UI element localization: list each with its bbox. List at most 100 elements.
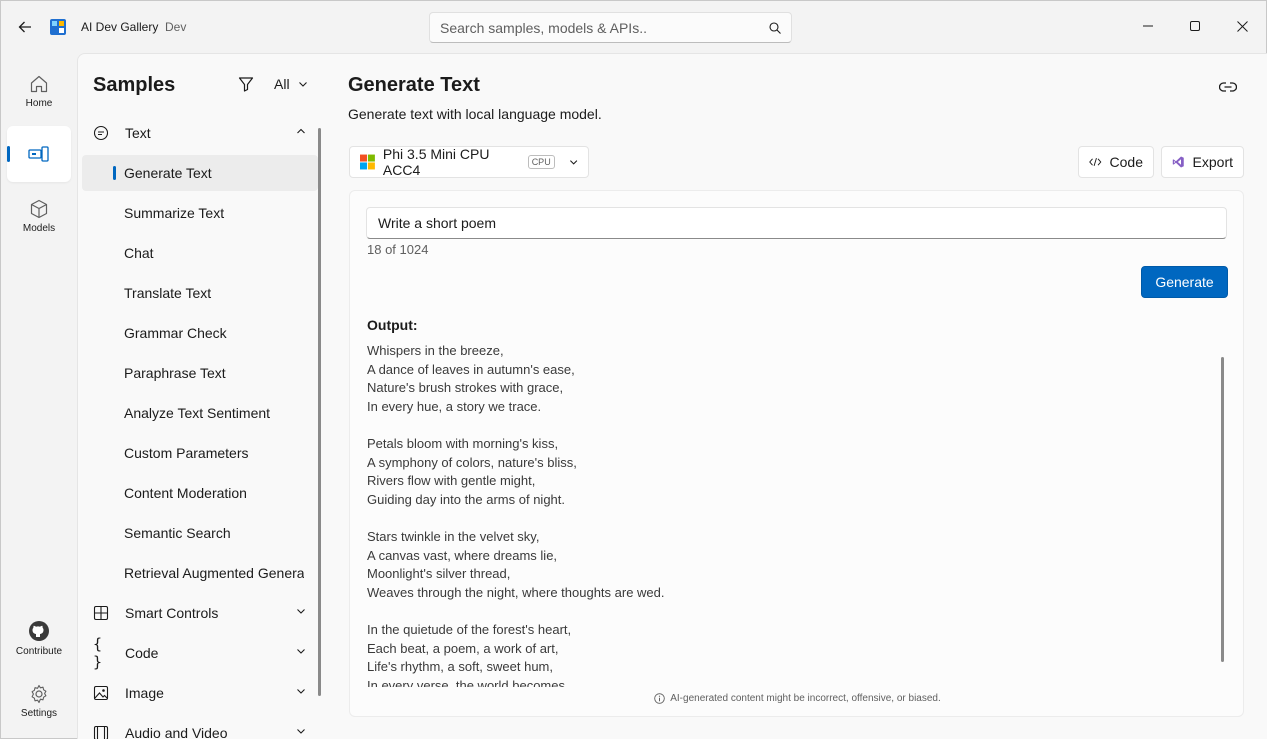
info-icon bbox=[654, 693, 665, 704]
microsoft-logo-icon bbox=[360, 154, 375, 170]
export-button-label: Export bbox=[1192, 154, 1233, 170]
nav-item-custom-parameters[interactable]: Custom Parameters bbox=[82, 435, 318, 471]
code-button[interactable]: Code bbox=[1078, 146, 1154, 178]
link-icon bbox=[1219, 82, 1237, 92]
nav-group-label: Text bbox=[125, 125, 151, 141]
nav-group-image[interactable]: Image bbox=[82, 675, 318, 711]
rail-item-models[interactable]: Models bbox=[7, 188, 71, 244]
image-icon bbox=[93, 685, 109, 701]
poem-stanza: Petals bloom with morning's kiss, A symp… bbox=[367, 435, 1187, 509]
home-icon bbox=[30, 75, 48, 92]
samples-icon bbox=[28, 146, 49, 162]
maximize-button[interactable] bbox=[1172, 1, 1218, 51]
samples-scrollbar[interactable] bbox=[318, 128, 321, 696]
poem-line: Rivers flow with gentle might, bbox=[367, 473, 536, 489]
nav-group-text[interactable]: Text bbox=[82, 115, 318, 151]
output-text: Whispers in the breeze, A dance of leave… bbox=[367, 342, 1187, 687]
filter-label: All bbox=[274, 76, 290, 92]
minimize-icon bbox=[1143, 25, 1153, 27]
poem-stanza: Stars twinkle in the velvet sky, A canva… bbox=[367, 528, 1187, 602]
nav-group-code[interactable]: { } Code bbox=[82, 635, 318, 671]
nav-item-chat[interactable]: Chat bbox=[82, 235, 318, 271]
nav-item-label: Content Moderation bbox=[124, 485, 247, 501]
copy-link-button[interactable] bbox=[1215, 74, 1241, 100]
rail-item-label: Home bbox=[25, 97, 53, 109]
poem-line: Weaves through the night, where thoughts… bbox=[367, 584, 665, 600]
nav-group-label: Code bbox=[125, 645, 159, 661]
model-selector[interactable]: Phi 3.5 Mini CPU ACC4 CPU bbox=[349, 146, 589, 178]
chevron-down-icon bbox=[297, 609, 305, 614]
poem-line: Nature's brush strokes with grace, bbox=[367, 380, 564, 396]
output-scrollbar[interactable] bbox=[1221, 357, 1224, 662]
back-button[interactable] bbox=[11, 13, 39, 41]
poem-stanza: In the quietude of the forest's heart, E… bbox=[367, 621, 1187, 687]
samples-title: Samples bbox=[93, 74, 176, 96]
nav-item-label: Semantic Search bbox=[124, 525, 231, 541]
nav-item-translate-text[interactable]: Translate Text bbox=[82, 275, 318, 311]
nav-group-smart-controls[interactable]: Smart Controls bbox=[82, 595, 318, 631]
rail-item-home[interactable]: Home bbox=[7, 63, 71, 119]
model-name: Phi 3.5 Mini CPU ACC4 bbox=[382, 146, 490, 178]
nav-item-generate-text[interactable]: Generate Text bbox=[82, 155, 318, 191]
selection-indicator bbox=[113, 166, 116, 180]
app-channel-badge: Dev bbox=[165, 20, 187, 34]
navigation-rail: Home Models Contribute Settings bbox=[1, 53, 77, 739]
nav-item-paraphrase-text[interactable]: Paraphrase Text bbox=[82, 355, 318, 391]
github-icon bbox=[29, 620, 49, 641]
rail-item-label: Contribute bbox=[15, 645, 63, 657]
generate-button[interactable]: Generate bbox=[1141, 266, 1228, 298]
rail-item-contribute[interactable]: Contribute bbox=[7, 610, 71, 666]
rail-item-label: Settings bbox=[20, 707, 58, 719]
chevron-down-icon bbox=[297, 649, 305, 654]
nav-item-label: Generate Text bbox=[124, 165, 212, 181]
poem-line: Life's rhythm, a soft, sweet hum, bbox=[367, 659, 553, 675]
poem-line: In every hue, a story we trace. bbox=[367, 398, 542, 414]
filter-icon bbox=[238, 77, 254, 92]
poem-line: Guiding day into the arms of night. bbox=[367, 491, 566, 507]
grid-icon bbox=[93, 605, 109, 621]
chevron-down-icon bbox=[297, 729, 305, 734]
visual-studio-icon bbox=[1172, 156, 1184, 168]
nav-item-label: Chat bbox=[124, 245, 154, 261]
nav-item-label: Paraphrase Text bbox=[124, 365, 226, 381]
chat-bubble-icon bbox=[93, 125, 109, 141]
filter-dropdown[interactable]: All bbox=[238, 76, 308, 92]
minimize-button[interactable] bbox=[1125, 1, 1171, 51]
samples-panel: Samples All Text Generate Text Summarize… bbox=[77, 53, 325, 739]
nav-item-retrieval-augmented-generation[interactable]: Retrieval Augmented Generation bbox=[82, 555, 318, 591]
nav-item-grammar-check[interactable]: Grammar Check bbox=[82, 315, 318, 351]
nav-group-label: Image bbox=[125, 685, 164, 701]
poem-line: A dance of leaves in autumn's ease, bbox=[367, 361, 575, 377]
poem-line: A symphony of colors, nature's bliss, bbox=[367, 454, 577, 470]
nav-group-label: Smart Controls bbox=[125, 605, 219, 621]
film-icon bbox=[93, 725, 109, 739]
code-button-label: Code bbox=[1109, 154, 1143, 170]
nav-item-analyze-text-sentiment[interactable]: Analyze Text Sentiment bbox=[82, 395, 318, 431]
rail-item-samples[interactable] bbox=[7, 126, 71, 182]
title-bar: AI Dev Gallery Dev bbox=[1, 1, 1266, 53]
nav-item-semantic-search[interactable]: Semantic Search bbox=[82, 515, 318, 551]
cube-icon bbox=[30, 199, 48, 218]
poem-line: Moonlight's silver thread, bbox=[367, 566, 511, 582]
nav-item-summarize-text[interactable]: Summarize Text bbox=[82, 195, 318, 231]
poem-line: A canvas vast, where dreams lie, bbox=[367, 547, 558, 563]
nav-item-label: Analyze Text Sentiment bbox=[124, 405, 271, 421]
nav-item-label: Translate Text bbox=[124, 285, 212, 301]
nav-group-audio-video[interactable]: Audio and Video bbox=[82, 715, 318, 739]
export-button[interactable]: Export bbox=[1161, 146, 1244, 178]
chevron-up-icon bbox=[297, 128, 305, 134]
close-button[interactable] bbox=[1219, 1, 1265, 51]
search-box[interactable] bbox=[429, 12, 792, 43]
chevron-down-icon bbox=[569, 160, 577, 165]
search-input[interactable] bbox=[440, 19, 769, 36]
braces-icon: { } bbox=[93, 635, 103, 671]
prompt-input[interactable] bbox=[366, 207, 1227, 239]
nav-group-label: Audio and Video bbox=[125, 725, 228, 739]
maximize-icon bbox=[1190, 21, 1200, 31]
search-icon bbox=[769, 21, 781, 34]
rail-item-settings[interactable]: Settings bbox=[7, 673, 71, 729]
app-title: AI Dev Gallery bbox=[81, 20, 159, 34]
nav-item-label: Grammar Check bbox=[124, 325, 227, 341]
page-title: Generate Text bbox=[348, 74, 480, 96]
nav-item-content-moderation[interactable]: Content Moderation bbox=[82, 475, 318, 511]
